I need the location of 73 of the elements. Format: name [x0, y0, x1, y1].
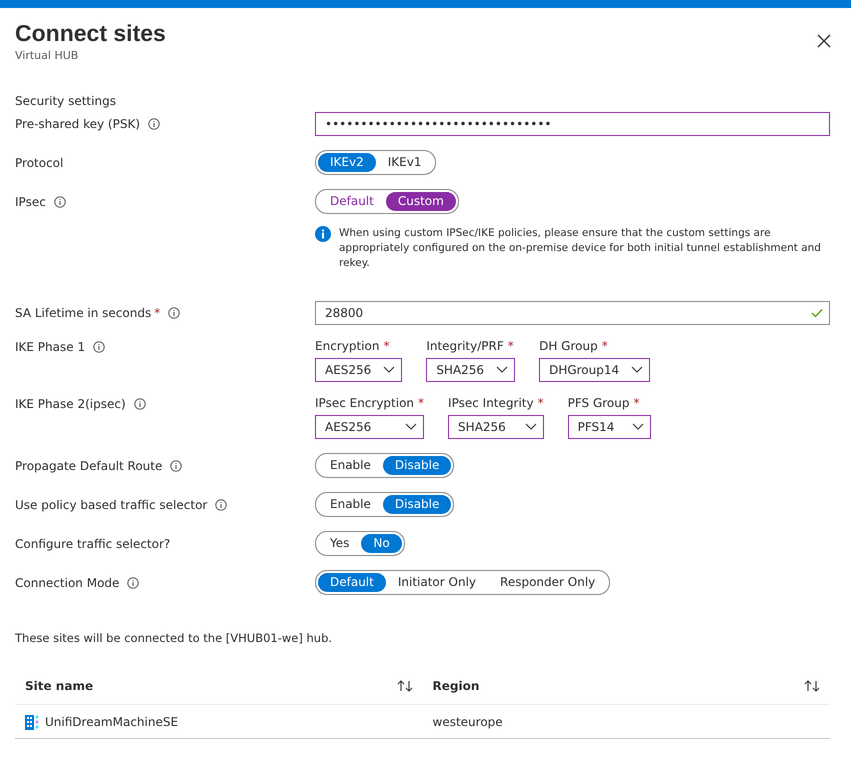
- field-label: Pre-shared key (PSK): [15, 117, 140, 131]
- toggle-option[interactable]: Initiator Only: [386, 573, 488, 592]
- toggle-option[interactable]: Enable: [318, 495, 383, 514]
- field-label: Propagate Default Route: [15, 458, 162, 472]
- info-icon[interactable]: [54, 196, 66, 208]
- info-icon: [315, 226, 331, 242]
- required-mark: *: [508, 339, 514, 353]
- chevron-down-icon: [524, 423, 537, 431]
- dropdown-label: DH Group: [539, 339, 598, 353]
- field-label: Protocol: [15, 156, 64, 170]
- field-label: IKE Phase 1: [15, 340, 86, 354]
- toggle-option[interactable]: Responder Only: [488, 573, 608, 592]
- dropdown[interactable]: DHGroup14: [539, 358, 650, 382]
- field-label: Use policy based traffic selector: [15, 498, 208, 512]
- table-cell: UnifiDreamMachineSE: [45, 714, 178, 728]
- dropdown[interactable]: AES256: [315, 358, 402, 382]
- sort-icon[interactable]: [396, 680, 412, 692]
- field-label: IKE Phase 2(ipsec): [15, 397, 126, 411]
- chevron-down-icon: [383, 366, 396, 374]
- toggle-option[interactable]: Default: [318, 573, 386, 592]
- toggle-option[interactable]: Yes: [318, 534, 362, 553]
- dropdown-label: Integrity/PRF: [426, 339, 504, 353]
- table-cell: westeurope: [432, 714, 503, 728]
- dropdown-label: IPsec Encryption: [315, 396, 414, 410]
- chevron-down-icon: [631, 366, 644, 374]
- panel-subtitle: Virtual HUB: [15, 49, 80, 62]
- chevron-down-icon: [405, 423, 418, 431]
- required-mark: *: [538, 396, 544, 410]
- sites-description: These sites will be connected to the [VHUB01-we] hub.: [15, 631, 334, 645]
- field-label: IPsec: [15, 194, 46, 208]
- section-heading: Security settings: [15, 94, 117, 108]
- toggle-option[interactable]: IKEv1: [376, 153, 434, 172]
- info-icon[interactable]: [134, 398, 146, 410]
- toggle-option[interactable]: Enable: [318, 456, 383, 475]
- info-icon[interactable]: [93, 341, 106, 353]
- info-message: When using custom IPSec/IKE policies, please ensure that the custom settings are appropriately configured on the on-premise device for both initial tunnel establishment and rekey.: [339, 226, 822, 271]
- info-icon[interactable]: [170, 460, 182, 472]
- toggle-option[interactable]: IKEv2: [318, 153, 376, 172]
- sort-icon[interactable]: [804, 680, 820, 692]
- toggle-option[interactable]: Disable: [382, 495, 452, 514]
- panel-title: Connect sites: [15, 19, 166, 48]
- chevron-down-icon: [632, 423, 644, 431]
- field-label: Configure traffic selector?: [15, 536, 170, 550]
- info-icon[interactable]: [148, 118, 160, 130]
- dropdown[interactable]: PFS14: [568, 415, 651, 439]
- dropdown-label: PFS Group: [568, 396, 630, 410]
- toggle-option[interactable]: No: [361, 534, 402, 553]
- toggle-option[interactable]: Disable: [382, 456, 452, 475]
- dropdown-label: IPsec Integrity: [448, 396, 534, 410]
- toggle-option[interactable]: Default: [318, 192, 386, 211]
- toggle-option[interactable]: Custom: [386, 192, 456, 211]
- required-mark: *: [634, 396, 640, 410]
- dropdown-label: Encryption: [315, 339, 380, 353]
- chevron-down-icon: [496, 366, 508, 374]
- input-field[interactable]: 28800: [315, 301, 830, 325]
- dropdown[interactable]: AES256: [315, 415, 424, 439]
- close-icon[interactable]: [817, 34, 831, 48]
- info-icon[interactable]: [215, 498, 228, 510]
- column-header[interactable]: Region: [432, 678, 480, 692]
- required-mark: *: [418, 396, 424, 410]
- column-header[interactable]: Site name: [25, 678, 94, 692]
- required-mark: *: [154, 306, 160, 320]
- field-label: SA Lifetime in seconds: [15, 306, 152, 320]
- info-icon[interactable]: [168, 307, 180, 319]
- field-label: Connection Mode: [15, 576, 120, 590]
- password-field[interactable]: ••••••••••••••••••••••••••••••••: [315, 112, 830, 136]
- dropdown[interactable]: SHA256: [448, 415, 544, 439]
- required-mark: *: [383, 339, 390, 353]
- building-icon: [25, 714, 39, 730]
- required-mark: *: [602, 339, 608, 353]
- info-icon[interactable]: [127, 576, 140, 588]
- checkmark-icon: [811, 308, 823, 318]
- dropdown[interactable]: SHA256: [426, 358, 516, 382]
